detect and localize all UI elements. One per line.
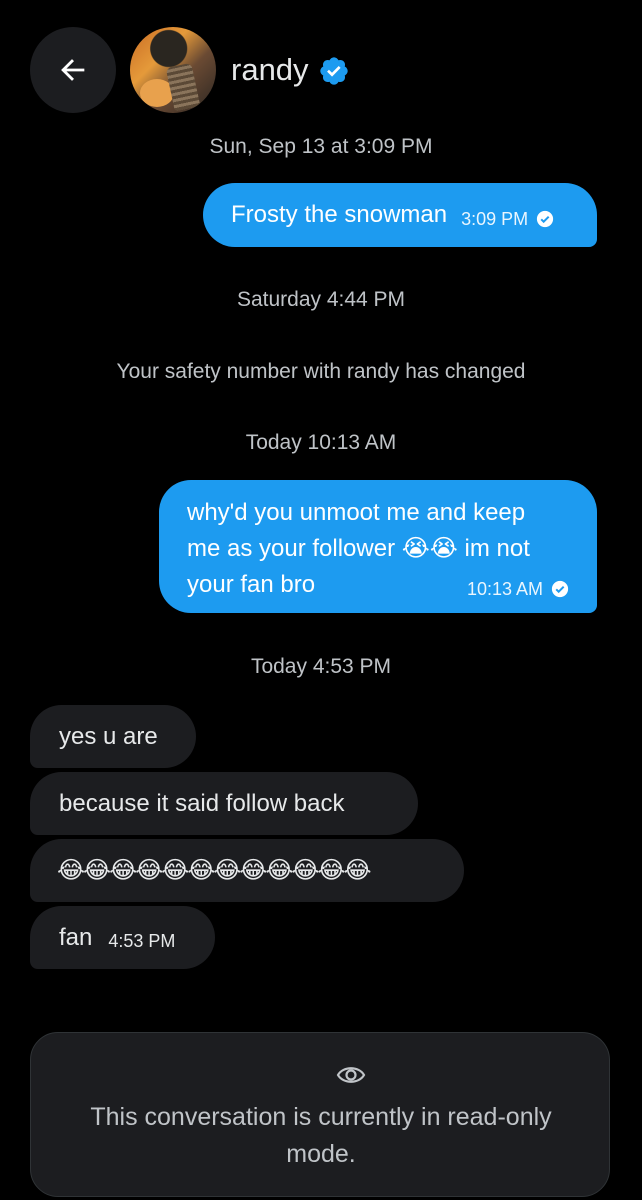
safety-number-notice: Your safety number with randy has change… — [116, 360, 526, 383]
timestamp: Saturday 4:44 PM — [236, 288, 406, 311]
read-check-icon — [537, 210, 554, 228]
eye-icon — [336, 1067, 366, 1083]
outgoing-message[interactable]: why'd you unmoot me and keep me as your … — [159, 480, 597, 613]
arrow-left-icon — [61, 59, 85, 81]
message-text: Frosty the snowman — [231, 201, 448, 228]
read-only-text-line: mode. — [286, 1140, 356, 1168]
message-line: me as your follower 😭😭 im not — [187, 535, 530, 562]
message-time: 3:09 PM — [461, 208, 529, 229]
message-meta: 10:13 AM — [467, 579, 569, 600]
conversation-header: randy — [0, 0, 642, 140]
message-text: fan — [59, 923, 93, 951]
incoming-message[interactable]: fan 4:53 PM — [30, 906, 215, 969]
avatar-object — [165, 62, 201, 112]
incoming-message[interactable]: yes u are — [30, 705, 196, 768]
read-only-text-line: This conversation is currently in read-o… — [90, 1103, 552, 1131]
timestamp: Today 10:13 AM — [245, 431, 397, 454]
contact-name[interactable]: randy — [231, 52, 309, 88]
outgoing-message[interactable]: Frosty the snowman 3:09 PM — [203, 183, 597, 247]
timestamp: Sun, Sep 13 at 3:09 PM — [209, 135, 433, 158]
message-line: your fan bro — [187, 571, 316, 598]
read-only-notice: This conversation is currently in read-o… — [30, 1032, 610, 1197]
message-line: why'd you unmoot me and keep — [187, 499, 526, 526]
message-time: 10:13 AM — [466, 578, 543, 599]
back-button[interactable] — [30, 27, 116, 113]
message-time: 4:53 PM — [108, 931, 176, 951]
message-text: 😂😂😂😂😂😂😂😂😂😂😂😂 — [57, 857, 372, 884]
timestamp: Today 4:53 PM — [250, 655, 392, 678]
incoming-message[interactable]: because it said follow back — [30, 772, 418, 835]
read-only-text: This conversation is currently in read-o… — [31, 1099, 611, 1173]
verified-badge-icon — [320, 57, 348, 85]
read-check-icon — [551, 580, 569, 598]
message-meta: 3:09 PM — [461, 209, 554, 230]
message-text: because it said follow back — [59, 790, 345, 817]
message-text: yes u are — [59, 723, 158, 750]
incoming-message[interactable]: 😂😂😂😂😂😂😂😂😂😂😂😂 — [30, 839, 464, 902]
avatar[interactable] — [130, 27, 216, 113]
